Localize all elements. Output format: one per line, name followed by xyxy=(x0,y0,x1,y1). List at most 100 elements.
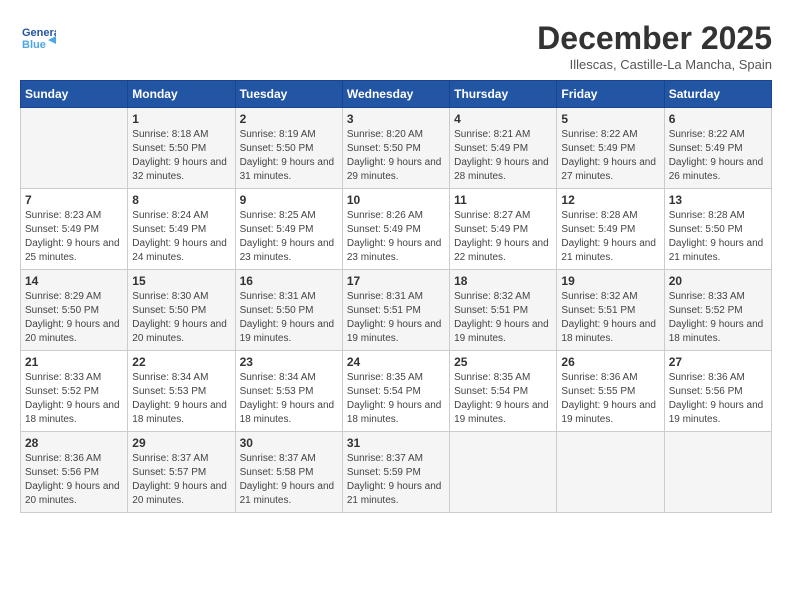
day-number: 4 xyxy=(454,112,552,126)
logo: General Blue xyxy=(20,20,56,56)
day-number: 20 xyxy=(669,274,767,288)
calendar-cell xyxy=(557,432,664,513)
weekday-header: Saturday xyxy=(664,81,771,108)
day-info: Sunrise: 8:24 AMSunset: 5:49 PMDaylight:… xyxy=(132,209,230,265)
day-info: Sunrise: 8:28 AMSunset: 5:50 PMDaylight:… xyxy=(669,209,767,265)
day-number: 3 xyxy=(347,112,445,126)
calendar-cell: 1 Sunrise: 8:18 AMSunset: 5:50 PMDaylight… xyxy=(128,108,235,189)
calendar-cell: 12 Sunrise: 8:28 AMSunset: 5:49 PMDayligh… xyxy=(557,189,664,270)
calendar-cell: 6 Sunrise: 8:22 AMSunset: 5:49 PMDaylight… xyxy=(664,108,771,189)
day-info: Sunrise: 8:21 AMSunset: 5:49 PMDaylight:… xyxy=(454,128,552,184)
day-info: Sunrise: 8:33 AMSunset: 5:52 PMDaylight:… xyxy=(25,371,123,427)
calendar-cell: 15 Sunrise: 8:30 AMSunset: 5:50 PMDayligh… xyxy=(128,270,235,351)
day-number: 14 xyxy=(25,274,123,288)
svg-text:Blue: Blue xyxy=(22,39,46,51)
day-info: Sunrise: 8:18 AMSunset: 5:50 PMDaylight:… xyxy=(132,128,230,184)
weekday-header: Thursday xyxy=(450,81,557,108)
day-number: 5 xyxy=(561,112,659,126)
day-number: 6 xyxy=(669,112,767,126)
day-info: Sunrise: 8:34 AMSunset: 5:53 PMDaylight:… xyxy=(132,371,230,427)
calendar-cell: 23 Sunrise: 8:34 AMSunset: 5:53 PMDayligh… xyxy=(235,351,342,432)
calendar-cell: 31Sunrise: 8:37 AMSunset: 5:59 PMDayligh… xyxy=(342,432,449,513)
calendar-cell: 5Sunrise: 8:22 AMSunset: 5:49 PMDaylight… xyxy=(557,108,664,189)
day-info: Sunrise: 8:30 AMSunset: 5:50 PMDaylight:… xyxy=(132,290,230,346)
day-info: Sunrise: 8:29 AMSunset: 5:50 PMDaylight:… xyxy=(25,290,123,346)
calendar-cell: 29 Sunrise: 8:37 AMSunset: 5:57 PMDayligh… xyxy=(128,432,235,513)
day-info: Sunrise: 8:36 AMSunset: 5:55 PMDaylight:… xyxy=(561,371,659,427)
day-number: 24 xyxy=(347,355,445,369)
day-number: 29 xyxy=(132,436,230,450)
calendar-cell: 10 Sunrise: 8:26 AMSunset: 5:49 PMDayligh… xyxy=(342,189,449,270)
day-info: Sunrise: 8:34 AMSunset: 5:53 PMDaylight:… xyxy=(240,371,338,427)
day-info: Sunrise: 8:32 AMSunset: 5:51 PMDaylight:… xyxy=(454,290,552,346)
calendar-cell: 8 Sunrise: 8:24 AMSunset: 5:49 PMDaylight… xyxy=(128,189,235,270)
weekday-header: Friday xyxy=(557,81,664,108)
day-number: 7 xyxy=(25,193,123,207)
day-info: Sunrise: 8:20 AMSunset: 5:50 PMDaylight:… xyxy=(347,128,445,184)
calendar-cell: 2 Sunrise: 8:19 AMSunset: 5:50 PMDaylight… xyxy=(235,108,342,189)
calendar-cell xyxy=(664,432,771,513)
day-number: 23 xyxy=(240,355,338,369)
calendar-cell: 27 Sunrise: 8:36 AMSunset: 5:56 PMDayligh… xyxy=(664,351,771,432)
day-info: Sunrise: 8:23 AMSunset: 5:49 PMDaylight:… xyxy=(25,209,123,265)
title-section: December 2025 Illescas, Castille-La Manc… xyxy=(537,20,772,72)
day-number: 22 xyxy=(132,355,230,369)
day-number: 11 xyxy=(454,193,552,207)
weekday-header: Tuesday xyxy=(235,81,342,108)
weekday-header: Monday xyxy=(128,81,235,108)
svg-text:General: General xyxy=(22,27,56,39)
calendar-cell: 13Sunrise: 8:28 AMSunset: 5:50 PMDayligh… xyxy=(664,189,771,270)
day-number: 28 xyxy=(25,436,123,450)
calendar-cell: 14 Sunrise: 8:29 AMSunset: 5:50 PMDayligh… xyxy=(21,270,128,351)
day-number: 19 xyxy=(561,274,659,288)
calendar-cell: 11Sunrise: 8:27 AMSunset: 5:49 PMDayligh… xyxy=(450,189,557,270)
day-info: Sunrise: 8:22 AMSunset: 5:49 PMDaylight:… xyxy=(669,128,767,184)
day-number: 10 xyxy=(347,193,445,207)
day-number: 31 xyxy=(347,436,445,450)
day-number: 30 xyxy=(240,436,338,450)
day-number: 18 xyxy=(454,274,552,288)
calendar-cell: 21 Sunrise: 8:33 AMSunset: 5:52 PMDayligh… xyxy=(21,351,128,432)
day-info: Sunrise: 8:35 AMSunset: 5:54 PMDaylight:… xyxy=(347,371,445,427)
day-info: Sunrise: 8:37 AMSunset: 5:58 PMDaylight:… xyxy=(240,452,338,508)
day-info: Sunrise: 8:37 AMSunset: 5:57 PMDaylight:… xyxy=(132,452,230,508)
day-number: 12 xyxy=(561,193,659,207)
day-info: Sunrise: 8:36 AMSunset: 5:56 PMDaylight:… xyxy=(669,371,767,427)
calendar-cell: 4 Sunrise: 8:21 AMSunset: 5:49 PMDaylight… xyxy=(450,108,557,189)
day-info: Sunrise: 8:19 AMSunset: 5:50 PMDaylight:… xyxy=(240,128,338,184)
logo-icon: General Blue xyxy=(20,20,56,56)
day-info: Sunrise: 8:32 AMSunset: 5:51 PMDaylight:… xyxy=(561,290,659,346)
calendar-cell xyxy=(21,108,128,189)
day-number: 26 xyxy=(561,355,659,369)
month-title: December 2025 xyxy=(537,20,772,57)
day-info: Sunrise: 8:26 AMSunset: 5:49 PMDaylight:… xyxy=(347,209,445,265)
day-number: 21 xyxy=(25,355,123,369)
calendar-cell: 17 Sunrise: 8:31 AMSunset: 5:51 PMDayligh… xyxy=(342,270,449,351)
day-info: Sunrise: 8:28 AMSunset: 5:49 PMDaylight:… xyxy=(561,209,659,265)
day-info: Sunrise: 8:31 AMSunset: 5:50 PMDaylight:… xyxy=(240,290,338,346)
day-number: 17 xyxy=(347,274,445,288)
day-info: Sunrise: 8:36 AMSunset: 5:56 PMDaylight:… xyxy=(25,452,123,508)
day-info: Sunrise: 8:31 AMSunset: 5:51 PMDaylight:… xyxy=(347,290,445,346)
weekday-header: Sunday xyxy=(21,81,128,108)
calendar-cell: 9Sunrise: 8:25 AMSunset: 5:49 PMDaylight… xyxy=(235,189,342,270)
calendar-cell: 26 Sunrise: 8:36 AMSunset: 5:55 PMDayligh… xyxy=(557,351,664,432)
day-info: Sunrise: 8:33 AMSunset: 5:52 PMDaylight:… xyxy=(669,290,767,346)
day-number: 15 xyxy=(132,274,230,288)
calendar-cell: 16 Sunrise: 8:31 AMSunset: 5:50 PMDayligh… xyxy=(235,270,342,351)
day-info: Sunrise: 8:35 AMSunset: 5:54 PMDaylight:… xyxy=(454,371,552,427)
day-number: 8 xyxy=(132,193,230,207)
day-number: 2 xyxy=(240,112,338,126)
calendar-cell: 22 Sunrise: 8:34 AMSunset: 5:53 PMDayligh… xyxy=(128,351,235,432)
calendar-cell: 20 Sunrise: 8:33 AMSunset: 5:52 PMDayligh… xyxy=(664,270,771,351)
calendar-cell: 3 Sunrise: 8:20 AMSunset: 5:50 PMDaylight… xyxy=(342,108,449,189)
calendar-cell: 25Sunrise: 8:35 AMSunset: 5:54 PMDayligh… xyxy=(450,351,557,432)
day-number: 9 xyxy=(240,193,338,207)
day-number: 27 xyxy=(669,355,767,369)
calendar-cell: 28 Sunrise: 8:36 AMSunset: 5:56 PMDayligh… xyxy=(21,432,128,513)
calendar-cell: 18 Sunrise: 8:32 AMSunset: 5:51 PMDayligh… xyxy=(450,270,557,351)
day-number: 16 xyxy=(240,274,338,288)
weekday-header: Wednesday xyxy=(342,81,449,108)
calendar-cell: 19 Sunrise: 8:32 AMSunset: 5:51 PMDayligh… xyxy=(557,270,664,351)
day-number: 1 xyxy=(132,112,230,126)
